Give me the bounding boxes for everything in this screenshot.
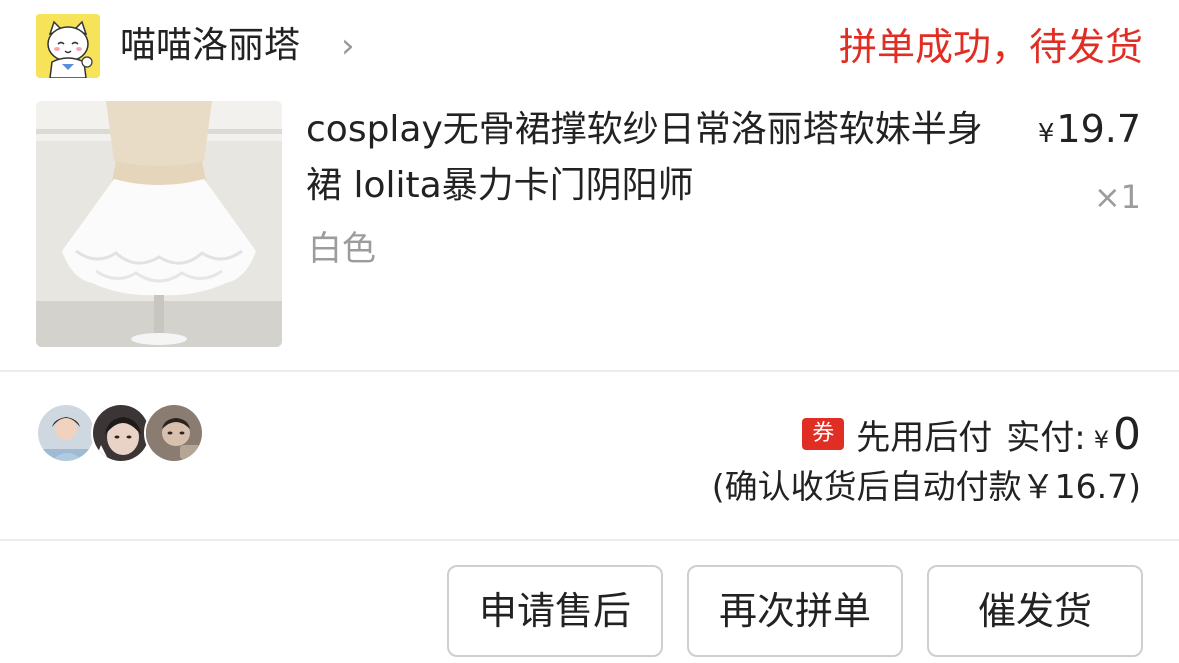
price-currency: ¥	[1037, 119, 1055, 149]
shop-avatar[interactable]	[36, 14, 100, 78]
auto-pay-note: (确认收货后自动付款￥16.7)	[711, 467, 1141, 506]
coupon-badge: 券	[802, 418, 845, 450]
tutu-skirt-image	[36, 101, 282, 347]
shop-name[interactable]: 喵喵洛丽塔	[120, 24, 300, 68]
product-quantity: ×1	[1093, 178, 1141, 216]
divider	[0, 370, 1179, 372]
product-title[interactable]: cosplay无骨裙撑软纱日常洛丽塔软妹半身裙 lolita暴力卡门阴阳师	[306, 102, 986, 214]
group-members[interactable]	[36, 403, 206, 463]
paid-currency: ¥	[1093, 426, 1109, 454]
member-avatar[interactable]	[91, 403, 151, 463]
member-avatar[interactable]	[36, 403, 96, 463]
regroup-button[interactable]: 再次拼单	[687, 565, 903, 657]
cat-logo-icon	[36, 14, 100, 78]
pay-later-label: 先用后付	[856, 417, 993, 458]
product-price: ¥19.7	[1038, 106, 1141, 157]
paid-label: 实付:	[1006, 417, 1086, 458]
member-avatar[interactable]	[144, 403, 204, 463]
urge-shipping-button[interactable]: 催发货	[927, 565, 1143, 657]
product-image[interactable]	[36, 101, 282, 347]
product-variant: 白色	[308, 229, 376, 269]
payment-summary: 券 先用后付 实付: ¥ 0	[802, 408, 1141, 460]
order-card: 喵喵洛丽塔 › 拼单成功，待发货 cosplay无骨裙撑软纱日常洛丽塔软妹半身裙…	[0, 0, 1179, 663]
apply-after-sale-button[interactable]: 申请售后	[447, 565, 663, 657]
price-value: 19.7	[1056, 107, 1141, 151]
paid-amount: 0	[1113, 408, 1141, 460]
shop-header[interactable]: 喵喵洛丽塔 › 拼单成功，待发货	[36, 14, 1143, 78]
chevron-right-icon[interactable]: ›	[341, 24, 355, 68]
order-status: 拼单成功，待发货	[838, 25, 1143, 69]
divider	[0, 539, 1179, 541]
